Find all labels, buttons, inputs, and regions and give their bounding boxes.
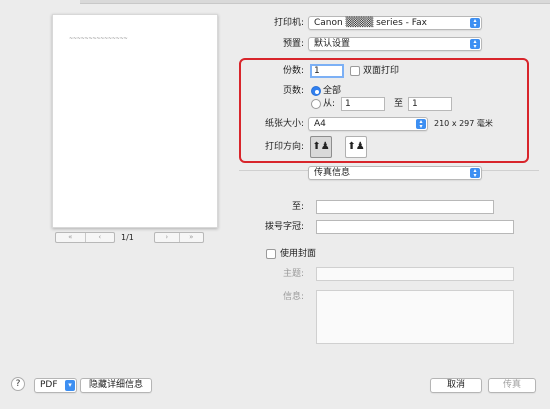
dial-prefix-label: 拨号字冠: <box>264 222 304 232</box>
presets-popup[interactable]: 默认设置 ▴ ▾ <box>308 37 482 51</box>
paper-size-label: 纸张大小: <box>264 119 304 129</box>
chevron-down-icon: ▾ <box>65 380 75 391</box>
popup-arrows-icon: ▴ ▾ <box>470 39 480 50</box>
pages-all-radio[interactable] <box>311 86 321 96</box>
next-page-control[interactable]: › » <box>154 232 204 243</box>
dial-prefix-field[interactable] <box>316 220 514 234</box>
fax-to-field[interactable] <box>316 200 494 214</box>
pages-from-field[interactable]: 1 <box>341 97 385 111</box>
popup-arrows-icon: ▴ ▾ <box>470 18 480 29</box>
portrait-orientation-button[interactable]: ⬆♟ <box>310 136 332 158</box>
preview-text-line: ~~~~~~~~~~~~~~~ <box>69 36 128 42</box>
copies-label: 份数: <box>282 66 304 76</box>
section-popup[interactable]: 传真信息 ▴ ▾ <box>308 166 482 180</box>
paper-dimensions: 210 x 297 毫米 <box>434 119 493 128</box>
fax-to-label: 至: <box>291 202 304 212</box>
orientation-label: 打印方向: <box>264 142 304 152</box>
cover-page-checkbox[interactable] <box>266 249 276 259</box>
pdf-menu-button[interactable]: PDF ▾ <box>34 378 77 393</box>
presets-value: 默认设置 <box>314 39 351 49</box>
subject-label: 主题: <box>282 269 304 279</box>
paper-size-value: A4 <box>314 119 326 129</box>
next-page-icon[interactable]: › <box>155 233 179 242</box>
last-page-icon[interactable]: » <box>178 233 204 242</box>
pages-all-label: 全部 <box>323 86 342 96</box>
copies-field[interactable]: 1 <box>310 64 344 78</box>
first-page-icon[interactable]: « <box>56 233 85 242</box>
printer-popup[interactable]: Canon ▒▒▒▒ series - Fax ▴ ▾ <box>308 16 482 30</box>
section-value: 传真信息 <box>314 168 351 178</box>
paper-size-popup[interactable]: A4 ▴ ▾ <box>308 117 428 131</box>
printer-label: 打印机: <box>273 18 304 28</box>
fax-button[interactable]: 传真 <box>488 378 536 393</box>
hide-details-button[interactable]: 隐藏详细信息 <box>80 378 152 393</box>
subject-field[interactable] <box>316 267 514 281</box>
help-icon[interactable]: ? <box>11 377 25 391</box>
prev-page-icon[interactable]: ‹ <box>84 233 115 242</box>
message-label: 信息: <box>282 292 304 302</box>
message-field[interactable] <box>316 290 514 344</box>
prev-page-control[interactable]: « ‹ <box>55 232 115 243</box>
portrait-person-icon: ⬆♟ <box>312 141 330 152</box>
duplex-checkbox[interactable] <box>350 66 360 76</box>
page-indicator: 1/1 <box>121 233 134 242</box>
pages-to-field[interactable]: 1 <box>408 97 452 111</box>
pages-to-label: 至 <box>394 99 404 109</box>
pages-label: 页数: <box>282 86 304 96</box>
cover-page-label: 使用封面 <box>280 249 317 259</box>
duplex-label: 双面打印 <box>363 66 400 76</box>
window-top-edge <box>80 0 550 4</box>
landscape-orientation-button[interactable]: ⬆♟ <box>345 136 367 158</box>
popup-arrows-icon: ▴ ▾ <box>416 119 426 130</box>
presets-label: 预置: <box>282 39 304 49</box>
pages-from-label: 从: <box>323 99 336 109</box>
pages-range-radio[interactable] <box>311 99 321 109</box>
printer-value: Canon ▒▒▒▒ series - Fax <box>314 18 427 28</box>
print-preview-page: ~~~~~~~~~~~~~~~ <box>52 14 218 228</box>
cancel-button[interactable]: 取消 <box>430 378 482 393</box>
popup-arrows-icon: ▴ ▾ <box>470 168 480 179</box>
landscape-person-icon: ⬆♟ <box>347 141 365 152</box>
pdf-label: PDF <box>40 380 58 390</box>
